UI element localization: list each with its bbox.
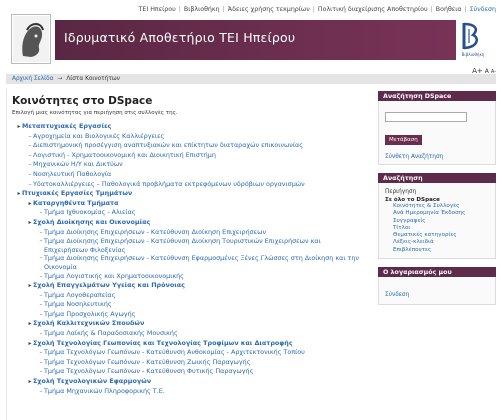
collection-item: – Διεπιστημονική προσέγγιση αναπτυξιακών … [12, 141, 365, 151]
subcommunity-link[interactable]: Σχολή Τεχνολογίας Γεωπονίας και Τεχνολογ… [33, 339, 293, 347]
collection-item: – Τμήμα Διοίκησης Επιχειρήσεων - Κατεύθυν… [12, 254, 365, 271]
login-link[interactable]: Σύνδεση [470, 6, 496, 13]
browse-panel: Περιήγηση Σε όλο το DSpace Κοινότητες & … [378, 183, 496, 260]
library-logo-caption: Βιβλιοθήκη [461, 52, 485, 57]
profile-head-icon [13, 16, 49, 62]
collection-item: – Τμήμα Τεχνολόγων Γεωπόνων - Κατεύθυνση … [12, 348, 365, 358]
browse-group-label: Περιήγηση [385, 189, 417, 195]
community-link[interactable]: Πτυχιακές Εργασίες Τμημάτων [22, 189, 132, 197]
nav-link-help[interactable]: Βοήθεια [436, 6, 462, 13]
collection-item: – Τμήμα Τεχνολόγων Γεωπόνων - Κατεύθυνση … [12, 358, 365, 368]
community-tree: ▸ Μεταπτυχιακές Εργασίες – Αγροχημεία και … [12, 122, 365, 396]
collection-item: – Νοσηλευτική Παθολογία [12, 170, 365, 180]
nav-separator: | [312, 5, 315, 13]
subcommunity-link[interactable]: Σχολή Καλλιτεχνικών Σπουδών [33, 319, 144, 327]
collection-link[interactable]: Τμήμα Λαϊκής & Παραδοσιακής Μουσικής [44, 329, 178, 337]
collection-item: – Λογιστική - Χρηματοοικονομική και Διοικ… [12, 151, 365, 161]
search-input[interactable] [385, 112, 467, 122]
collection-link[interactable]: Τμήμα Νοσηλευτικής [44, 300, 112, 308]
breadcrumb-home[interactable]: Αρχική Σελίδα [12, 76, 53, 82]
collection-item: – Υδατοκαλλιέργειες – Παθολογικά προβλήμα… [12, 180, 365, 190]
library-logo: Βιβλιοθήκη [456, 14, 490, 64]
top-navigation: ΤΕΙ Ηπείρου | Βιβλιοθήκη | Άδειες χρήσης… [139, 3, 496, 15]
page-title: Κοινότητες στο DSpace [12, 95, 153, 107]
nav-link-policy[interactable]: Πολιτική διαχείρισης Αποθετηρίου [318, 6, 428, 13]
browse-item-authors[interactable]: Συγγραφείς [393, 218, 489, 225]
advanced-search-link[interactable]: Σύνθετη Αναζήτηση [385, 154, 489, 160]
subcommunity-item: ▸ Σχολή Τεχνολογικών Εφαρμογών [12, 377, 365, 387]
collection-item: – Τμήμα Μηχανικών Πληροφορικής Τ.Ε. [12, 387, 365, 397]
search-panel: Μετάβαση Σύνθετη Αναζήτηση [378, 101, 496, 165]
main-content: Κοινότητες στο DSpace Επιλογή μιας κοινό… [6, 89, 370, 420]
search-panel-heading: Αναζήτηση DSpace [378, 91, 496, 101]
breadcrumb-current: Λίστα Κοινοτήτων [66, 76, 120, 82]
subcommunity-link[interactable]: Σχολή Διοίκησης και Οικονομίας [33, 218, 150, 226]
breadcrumb: Αρχική Σελίδα → Λίστα Κοινοτήτων [6, 74, 496, 84]
subcommunity-link[interactable]: Σχολή Επαγγελμάτων Υγείας και Πρόνοιας [33, 281, 185, 289]
nav-link-library[interactable]: Βιβλιοθήκη [184, 6, 220, 13]
collection-link[interactable]: Τμήμα Διοίκησης Επιχειρήσεων - Κατεύθυνσ… [44, 254, 365, 271]
nav-separator: | [178, 5, 181, 13]
subcommunity-item: ▸ Σχολή Επαγγελμάτων Υγείας και Πρόνοιας [12, 281, 365, 291]
collection-item: – Τμήμα Διοίκησης Επιχειρήσεων - Κατεύθυν… [12, 237, 365, 254]
community-item: ▸ Πτυχιακές Εργασίες Τμημάτων [12, 189, 365, 199]
collection-item: – Τμήμα Προσχολικής Αγωγής [12, 310, 365, 320]
collection-item: – Τμήμα Νοσηλευτικής [12, 300, 365, 310]
nav-link-licenses[interactable]: Άδειες χρήσης τεκμηρίων [228, 6, 310, 13]
breadcrumb-arrow-icon: → [57, 76, 63, 82]
collection-link[interactable]: Τμήμα Τεχνολόγων Γεωπόνων - Κατεύθυνση Ζ… [44, 358, 250, 366]
collection-link[interactable]: Τμήμα Τεχνολόγων Γεωπόνων - Κατεύθυνση Φ… [44, 367, 253, 375]
collection-item: – Μηχανικών Η/Υ και Δικτύων [12, 160, 365, 170]
collection-link[interactable]: Υδατοκαλλιέργειες – Παθολογικά προβλήματ… [33, 180, 305, 188]
browse-panel-heading: Αναζήτηση [378, 173, 496, 183]
collection-item: – Τμήμα Διοίκησης Επιχειρήσεων - Κατεύθυν… [12, 228, 365, 238]
collection-link[interactable]: Τμήμα Διοίκησης Επιχειρήσεων - Κατεύθυνσ… [44, 228, 266, 236]
collection-link[interactable]: Αγροχημεία και Βιολογικές Καλλιέργειες [33, 132, 164, 140]
collection-link[interactable]: Λογιστική - Χρηματοοικονομική και Διοικη… [33, 151, 216, 159]
community-link[interactable]: Μεταπτυχιακές Εργασίες [22, 122, 111, 130]
account-panel: Σύνδεση [378, 277, 496, 306]
collection-link[interactable]: Τμήμα Λογιστικής και Χρηματοοικονομικής [44, 272, 184, 280]
browse-item-date[interactable]: Ανά Ημερομηνία Έκδοσης [393, 210, 489, 217]
browse-list: Κοινότητες & Συλλογές Ανά Ημερομηνία Έκδ… [385, 203, 489, 254]
subcommunity-item: ▸ Σχολή Διοίκησης και Οικονομίας [12, 218, 365, 228]
collection-link[interactable]: Τμήμα Διοίκησης Επιχειρήσεων - Κατεύθυνσ… [44, 237, 365, 254]
subcommunity-item: ▸ Σχολή Τεχνολογίας Γεωπονίας και Τεχνολο… [12, 339, 365, 349]
account-panel-heading: Ο λογαριασμός μου [378, 267, 496, 278]
nav-separator: | [464, 5, 467, 13]
collection-link[interactable]: Νοσηλευτική Παθολογία [33, 170, 111, 178]
collection-item: – Τμήμα Ιχθυοκομίας - Αλιείας [12, 208, 365, 218]
collection-item: – Τμήμα Τεχνολόγων Γεωπόνων - Κατεύθυνση … [12, 367, 365, 377]
subcommunity-link[interactable]: Σχολή Τεχνολογικών Εφαρμογών [33, 377, 151, 385]
collection-link[interactable]: Διεπιστημονική προσέγγιση αναπτυξιακών κ… [33, 141, 303, 149]
browse-item-keywords[interactable]: Λέξεις-κλειδιά [393, 239, 489, 246]
collection-item: – Τμήμα Λογοθεραπείας [12, 291, 365, 301]
account-login-link[interactable]: Σύνδεση [385, 292, 409, 298]
collection-link[interactable]: Τμήμα Προσχολικής Αγωγής [44, 310, 135, 318]
institution-logo[interactable] [11, 14, 51, 64]
collection-link[interactable]: Τμήμα Ιχθυοκομίας - Αλιείας [44, 208, 136, 216]
browse-item-advisors[interactable]: Επιβλέποντες [393, 247, 489, 254]
subcommunity-item: ▸ Σχολή Καλλιτεχνικών Σπουδών [12, 319, 365, 329]
collection-item: – Τμήμα Λαϊκής & Παραδοσιακής Μουσικής [12, 329, 365, 339]
nav-separator: | [430, 5, 433, 13]
collection-item: – Τμήμα Λογιστικής και Χρηματοοικονομικής [12, 272, 365, 282]
sidebar: Αναζήτηση DSpace Μετάβαση Σύνθετη Αναζήτ… [378, 91, 496, 306]
subcommunity-link[interactable]: Καταργηθέντα Τμήματα [33, 199, 118, 207]
subcommunity-item: ▸ Καταργηθέντα Τμήματα [12, 199, 365, 209]
collection-link[interactable]: Τμήμα Μηχανικών Πληροφορικής Τ.Ε. [44, 387, 165, 395]
community-item: ▸ Μεταπτυχιακές Εργασίες [12, 122, 365, 132]
nav-separator: | [222, 5, 225, 13]
nav-link-tei[interactable]: ΤΕΙ Ηπείρου [139, 6, 176, 13]
library-emblem-icon [462, 22, 478, 50]
collection-link[interactable]: Τμήμα Τεχνολόγων Γεωπόνων - Κατεύθυνση Α… [44, 348, 305, 356]
collection-link[interactable]: Τμήμα Λογοθεραπείας [44, 291, 115, 299]
site-title[interactable]: Ιδρυματικό Αποθετήριο ΤΕΙ Ηπείρου [64, 30, 295, 45]
search-go-button[interactable]: Μετάβαση [385, 135, 422, 145]
collection-link[interactable]: Μηχανικών Η/Υ και Δικτύων [33, 160, 123, 168]
collection-item: – Αγροχημεία και Βιολογικές Καλλιέργειες [12, 132, 365, 142]
page-subtitle: Επιλογή μιας κοινότητας για περιήγηση στ… [12, 110, 178, 116]
